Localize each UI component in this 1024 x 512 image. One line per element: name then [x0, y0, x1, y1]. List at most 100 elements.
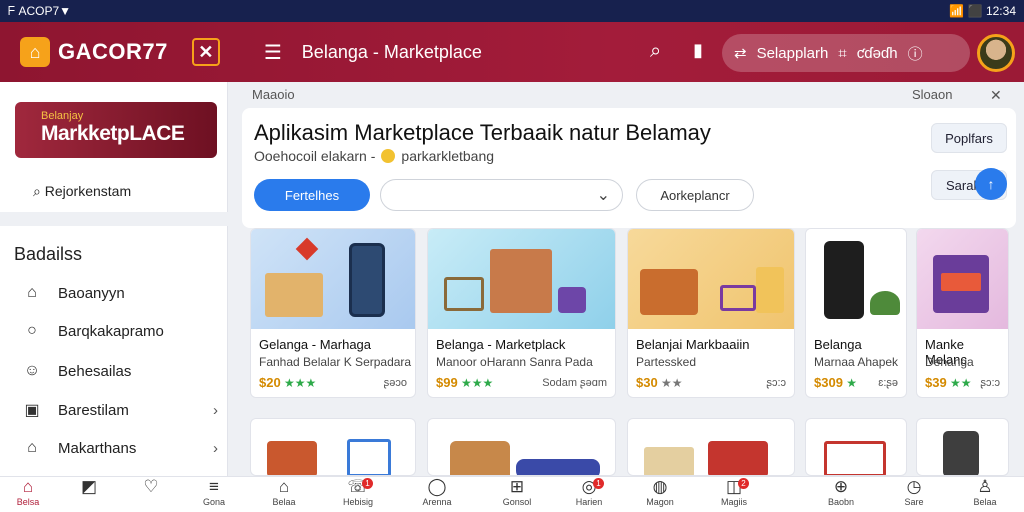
nav-item-bubble[interactable]: ◯ Arenna [409, 477, 465, 512]
menu-icon[interactable]: ☰ [264, 40, 282, 65]
logo-icon[interactable]: ⌂ [20, 37, 50, 67]
grid-icon: ⊞ [509, 477, 525, 496]
product-title: Belanjai Markbaaiin [636, 337, 750, 352]
banner-big: MarkketpLACE [41, 122, 185, 145]
box-shape [756, 267, 784, 313]
nav-item-game[interactable]: ◎ 1 Harien [561, 477, 617, 512]
product-card-preview[interactable] [427, 418, 616, 476]
cart-shape [720, 285, 756, 311]
product-image [917, 229, 1008, 329]
breadcrumb-right[interactable]: Sloaon [912, 87, 952, 102]
nav-item-tag[interactable]: ◩ [61, 477, 117, 512]
nav-item-clock[interactable]: ◷ Sare [886, 477, 942, 512]
product-card-preview[interactable] [805, 418, 907, 476]
nav-item-house[interactable]: ⌂ Belaa [256, 477, 312, 512]
info-icon[interactable]: ⓘ [908, 43, 923, 64]
status-left: ᖴ ACOP7▼ [8, 3, 71, 18]
category-select[interactable]: ⌄ [380, 179, 623, 211]
bag-shape [558, 287, 586, 313]
nav-item-globe[interactable]: ◍ Magon [632, 477, 688, 512]
product-card[interactable]: Belanga Marnaa Ahapek $309 ★ ɛ:ʂə [805, 228, 907, 398]
product-image [251, 229, 415, 329]
sidebar-top-link[interactable]: ⌕ Rejorkenstam [33, 183, 131, 200]
sidebar-item-4[interactable]: ⌂ Makarthans › [22, 439, 218, 457]
product-rating: Sodam ʂəɑm [542, 377, 607, 389]
filter-secondary-button[interactable]: Aorkeplancr [636, 179, 754, 211]
pill-label: Selapplarh [756, 44, 829, 62]
list-icon: ≡ [209, 477, 219, 496]
product-rating: ʂɔ:ɔ [980, 377, 1000, 389]
product-price: $309 ★ [814, 375, 858, 390]
product-desc: Marnaa Ahapek [814, 355, 899, 369]
nav-item-heart[interactable]: ♡ [123, 477, 179, 512]
heart-icon: ♡ [143, 477, 159, 496]
nav-item-list[interactable]: ≡ Gona [186, 477, 242, 512]
status-right: 📶 ⬛ 12:34 [949, 4, 1016, 18]
avatar[interactable] [977, 34, 1015, 72]
product-price: $39 ★★ [925, 375, 972, 390]
breadcrumb[interactable]: Maaoio [252, 87, 295, 102]
marketplace-banner[interactable]: Belanjay MarkketpLACE [15, 102, 217, 158]
popular-button[interactable]: Poplfars [931, 123, 1007, 153]
gamepad-icon: ◎ [581, 477, 597, 496]
bubble-icon: ◯ [427, 477, 447, 496]
product-desc: Partessked [636, 355, 697, 369]
sidebar-top: Belanjay MarkketpLACE ⌕ Rejorkenstam [0, 82, 228, 212]
product-price: $30 ★★ [636, 375, 683, 390]
goods-shape [941, 273, 981, 291]
sidebar-item-2[interactable]: ☺ Behesailas [22, 362, 218, 380]
nav-item-gift[interactable]: ◫ 2 Magiis [706, 477, 762, 512]
gift-icon: ◫ [725, 477, 743, 496]
product-card[interactable]: Belanjai Markbaaiin Partessked $30 ★★ ʂɔ… [627, 228, 795, 398]
product-card[interactable]: Manke Melanc Denanga $39 ★★ ʂɔ:ɔ [916, 228, 1009, 398]
notification-badge: 1 [362, 478, 373, 489]
coin-icon [381, 149, 396, 163]
product-rating: ʂəɔo [383, 377, 407, 389]
basket-shape [640, 269, 698, 315]
nav-item-user[interactable]: ♙ Belaa [957, 477, 1013, 512]
arrow-up-icon[interactable]: ↑ [975, 168, 1007, 200]
chevron-down-icon: ⌄ [596, 187, 610, 204]
clock-icon: ◷ [906, 477, 922, 496]
product-card[interactable]: Belanga - Marketplack Manoor oHarann San… [427, 228, 616, 398]
chat-icon: ☏ [347, 477, 369, 496]
store-icon: ⌂ [27, 439, 37, 456]
product-card-preview[interactable] [627, 418, 795, 476]
globe-icon: ◍ [652, 477, 668, 496]
search-small-icon: ⌕ [33, 183, 45, 199]
product-card-preview[interactable] [250, 418, 416, 476]
plus-circle-icon: ⊕ [833, 477, 849, 496]
tag-icon: ◩ [80, 477, 98, 496]
pill-extra: ƈɗəɗh [856, 44, 898, 62]
sidebar-item-0[interactable]: ⌂ Baoanyyn [22, 284, 218, 302]
product-image [628, 229, 794, 329]
header-pill[interactable]: ⇄ Selapplarh ⌗ ƈɗəɗh ⓘ [722, 34, 970, 72]
rating-stars: ★★★ [280, 376, 317, 390]
nav-item-chat[interactable]: ☏ 1 Hebisig [330, 477, 386, 512]
app-bar: ⌂ GACOR77 ✕ ☰ Belanga - Marketplace ⌕ ▮ … [0, 22, 1024, 82]
nav-item-home[interactable]: ⌂ Belsa [0, 477, 56, 512]
product-price: $99 ★★★ [436, 375, 494, 390]
close-icon[interactable]: ✕ [191, 38, 220, 66]
app-title: Belanga - Marketplace [301, 41, 482, 62]
phone-shape [824, 241, 864, 319]
banner-small: Belanjay [41, 110, 84, 122]
link-icon: ⇄ [734, 45, 747, 62]
filter-primary-button[interactable]: Fertelhes [254, 179, 370, 211]
smile-icon: ☺ [23, 362, 41, 379]
sidebar-item-3[interactable]: ▣ Barestilam › [22, 400, 218, 420]
product-card-preview[interactable] [916, 418, 1009, 476]
close-breadcrumb-icon[interactable]: ✕ [990, 87, 1002, 104]
sidebar-item-1[interactable]: ○ Barqkakapramo [22, 322, 218, 340]
basket-shape [450, 441, 510, 475]
product-card[interactable]: Gelanga - Marhaga Fanhad Belalar K Serpa… [250, 228, 416, 398]
product-title: Belanga - Marketplack [436, 337, 566, 352]
nav-item-add[interactable]: ⊕ Baobn [813, 477, 869, 512]
bag-icon: ▣ [24, 402, 40, 419]
rating-stars: ★ [842, 376, 858, 390]
document-icon[interactable]: ▮ [693, 40, 703, 61]
product-image [428, 229, 615, 329]
box-shape [265, 273, 323, 317]
nav-item-grid[interactable]: ⊞ Gonsol [489, 477, 545, 512]
search-icon[interactable]: ⌕ [650, 40, 661, 63]
